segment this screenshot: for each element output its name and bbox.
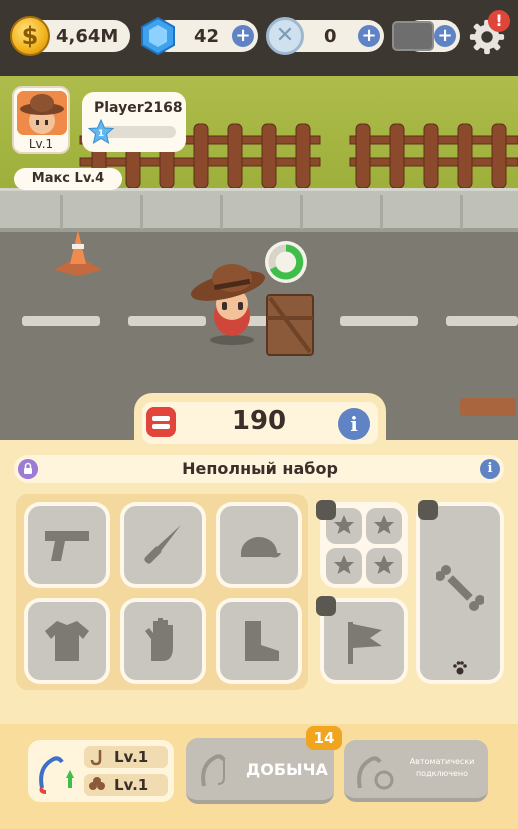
clover-icon	[89, 777, 105, 790]
auto-rod-icon	[357, 756, 394, 790]
pet-lock-icon	[418, 500, 438, 520]
add-tokens-button[interactable]: +	[358, 25, 380, 47]
set-title: Неполный набор	[182, 459, 338, 478]
shirt-icon	[45, 621, 89, 661]
loot-label: ДОБЫЧА	[246, 760, 328, 779]
flag-icon	[348, 622, 382, 664]
cap-icon	[241, 537, 281, 558]
slot-hands[interactable]	[120, 598, 206, 684]
ticket-icon	[392, 21, 434, 51]
slot-weapon[interactable]	[24, 502, 110, 588]
add-tickets-button[interactable]: +	[434, 25, 456, 47]
cowboy-character	[191, 264, 265, 345]
avatar	[17, 91, 67, 135]
gem-icon	[141, 16, 175, 56]
level-star-icon: 1	[88, 119, 114, 145]
star-level: 1	[98, 129, 104, 139]
crafting-resource-icon	[146, 407, 176, 437]
auto-label: Автоматически подключено	[409, 757, 475, 778]
slot-head[interactable]	[216, 502, 302, 588]
notification-alert-icon[interactable]: !	[488, 10, 510, 32]
paw-icon	[453, 661, 467, 675]
stars-lock-icon	[316, 500, 336, 520]
gear-count: 190	[231, 406, 287, 436]
slot-body[interactable]	[24, 598, 110, 684]
bone-icon	[436, 565, 484, 611]
slot-feet[interactable]	[216, 598, 302, 684]
add-gems-button[interactable]: +	[232, 25, 254, 47]
wooden-crate-icon	[266, 294, 314, 356]
pistol-icon	[45, 531, 89, 561]
boot-icon	[245, 621, 279, 661]
knife-icon	[144, 525, 181, 564]
player-name: Player2168	[94, 100, 183, 116]
auto-fishing-button[interactable]: Автоматически подключено	[344, 740, 488, 802]
player-avatar[interactable]: Lv.1	[12, 86, 70, 154]
max-level-badge: Макс Lv.4	[14, 168, 122, 190]
glove-icon	[145, 618, 173, 661]
player-info-card[interactable]: Player2168 1	[82, 92, 186, 152]
pet-slot[interactable]	[416, 502, 504, 684]
traffic-cone-icon	[54, 230, 102, 276]
slot-melee[interactable]	[120, 502, 206, 588]
tokens-value: 0	[324, 25, 337, 47]
game-scene	[0, 76, 518, 446]
token-icon: ✕	[266, 17, 304, 55]
set-lock-icon	[18, 459, 38, 479]
loot-rod-icon	[201, 754, 226, 787]
hook-icon	[90, 750, 102, 766]
loot-count-badge: 14	[306, 726, 342, 750]
coins-value: 4,64M	[56, 25, 119, 47]
resource-bar: 4,64M $ 42 + 0 + ✕ + !	[0, 0, 518, 76]
flag-lock-icon	[316, 596, 336, 616]
wood-log-icon	[460, 398, 516, 416]
avatar-level: Lv.1	[28, 137, 54, 151]
coin-icon: $	[10, 16, 50, 56]
gems-value: 42	[194, 25, 220, 47]
set-info-icon[interactable]: i	[480, 459, 500, 479]
rod-upgrade-icon	[39, 756, 74, 794]
count-info-icon[interactable]: i	[338, 408, 370, 440]
